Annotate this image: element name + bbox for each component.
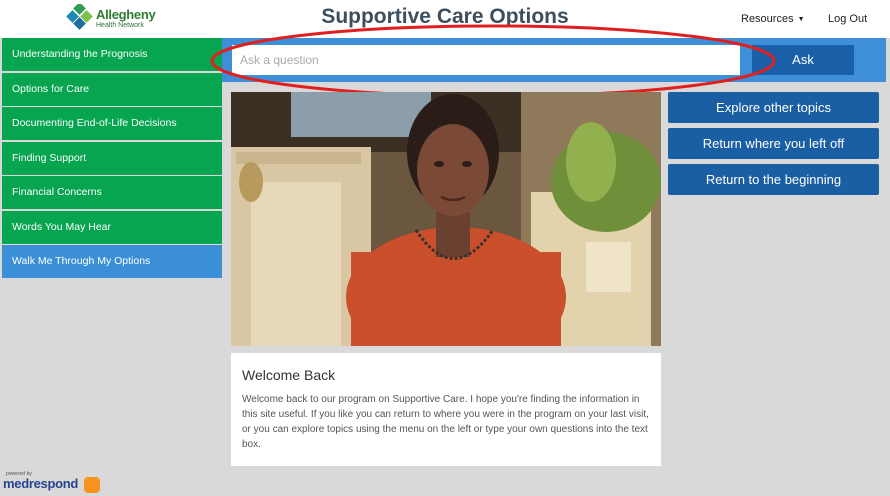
sidebar-item-words-you-may-hear[interactable]: Words You May Hear (2, 210, 222, 244)
question-bar: Ask (222, 38, 886, 82)
ask-button[interactable]: Ask (752, 45, 854, 75)
top-header: Allegheny Health Network Supportive Care… (0, 0, 890, 38)
video-player[interactable] (231, 92, 661, 346)
resources-label: Resources (741, 13, 794, 25)
resources-menu[interactable]: Resources ▼ (741, 13, 805, 25)
sidebar-item-financial-concerns[interactable]: Financial Concerns (2, 176, 222, 209)
return-where-left-off-button[interactable]: Return where you left off (668, 128, 879, 159)
logout-link[interactable]: Log Out (828, 13, 867, 25)
explore-other-topics-button[interactable]: Explore other topics (668, 92, 879, 123)
sidebar-item-documenting-decisions[interactable]: Documenting End-of-Life Decisions (2, 107, 222, 140)
welcome-panel: Welcome Back Welcome back to our program… (231, 353, 661, 466)
question-input[interactable] (232, 45, 740, 75)
welcome-text: Welcome back to our program on Supportiv… (242, 394, 649, 450)
brand-name: medrespond (3, 476, 79, 491)
welcome-title: Welcome Back (242, 367, 336, 383)
sidebar-item-options-for-care[interactable]: Options for Care (2, 72, 222, 106)
sidebar-item-walk-me-through[interactable]: Walk Me Through My Options (2, 245, 222, 278)
return-to-beginning-button[interactable]: Return to the beginning (668, 164, 879, 195)
caret-down-icon: ▼ (797, 16, 805, 23)
sidebar-item-finding-support[interactable]: Finding Support (2, 141, 222, 175)
video-presenter-image (231, 92, 661, 346)
sidebar-nav: Understanding the Prognosis Options for … (2, 38, 222, 280)
powered-by-logo[interactable]: powered by medrespond (3, 471, 103, 495)
sidebar-item-understanding-prognosis[interactable]: Understanding the Prognosis (2, 38, 222, 71)
medrespond-logo-icon (84, 477, 100, 493)
